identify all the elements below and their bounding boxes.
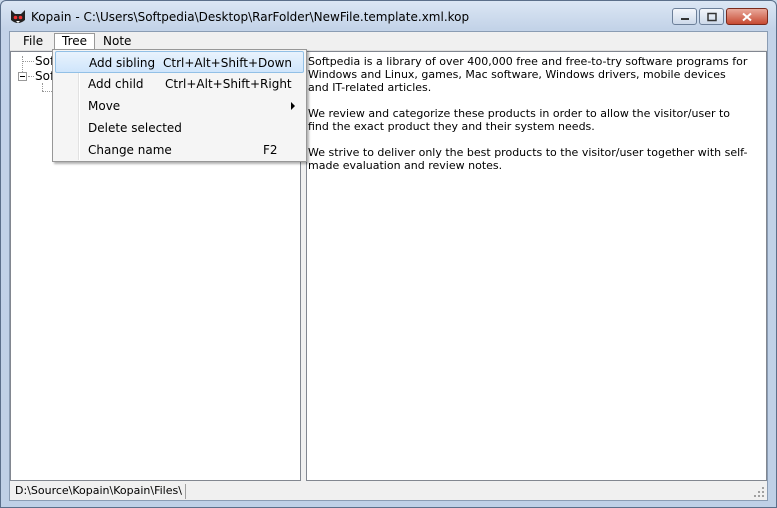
maximize-button[interactable]	[699, 8, 724, 25]
collapse-icon[interactable]	[18, 72, 27, 81]
tree-menu-dropdown: Add sibling Ctrl+Alt+Shift+Down Add chil…	[52, 49, 307, 162]
window-title: Kopain - C:\Users\Softpedia\Desktop\RarF…	[31, 10, 470, 24]
menu-item-shortcut: Ctrl+Alt+Shift+Right	[165, 77, 292, 91]
menu-item-label: Move	[88, 99, 121, 113]
resize-grip-icon[interactable]	[753, 486, 765, 498]
tree-connector	[42, 83, 43, 91]
caption-buttons	[672, 8, 768, 25]
tree-connector	[22, 61, 34, 62]
close-icon	[742, 12, 752, 21]
menu-item-move[interactable]: Move	[55, 95, 304, 117]
menu-note[interactable]: Note	[96, 33, 138, 50]
note-paragraph: Softpedia is a library of over 400,000 f…	[308, 55, 748, 94]
close-button[interactable]	[726, 8, 768, 25]
note-editor[interactable]: Softpedia is a library of over 400,000 f…	[306, 51, 767, 481]
menu-item-label: Change name	[88, 143, 172, 157]
menu-item-add-sibling[interactable]: Add sibling Ctrl+Alt+Shift+Down	[55, 51, 304, 73]
title-bar[interactable]: Kopain - C:\Users\Softpedia\Desktop\RarF…	[1, 1, 776, 31]
maximize-icon	[706, 12, 717, 21]
status-path: D:\Source\Kopain\Kopain\Files\	[12, 484, 186, 499]
submenu-arrow-icon	[291, 102, 295, 110]
menu-item-delete-selected[interactable]: Delete selected	[55, 117, 304, 139]
app-window: Kopain - C:\Users\Softpedia\Desktop\RarF…	[0, 0, 777, 508]
minimize-button[interactable]	[672, 8, 697, 25]
status-bar: D:\Source\Kopain\Kopain\Files\	[10, 481, 767, 500]
menu-tree[interactable]: Tree	[54, 33, 96, 50]
menu-item-label: Add sibling	[89, 56, 156, 70]
menu-item-change-name[interactable]: Change name F2	[55, 139, 304, 161]
menu-file[interactable]: File	[16, 33, 50, 50]
note-paragraph: We review and categorize these products …	[308, 107, 731, 133]
menu-item-label: Add child	[88, 77, 144, 91]
minimize-icon	[680, 17, 689, 20]
menu-item-add-child[interactable]: Add child Ctrl+Alt+Shift+Right	[55, 73, 304, 95]
tree-connector	[28, 76, 34, 77]
menu-item-label: Delete selected	[88, 121, 182, 135]
menu-item-shortcut: F2	[263, 143, 278, 157]
menu-item-shortcut: Ctrl+Alt+Shift+Down	[163, 56, 293, 70]
note-paragraph: We strive to deliver only the best produ…	[308, 146, 748, 172]
kopain-cat-icon	[9, 8, 27, 26]
